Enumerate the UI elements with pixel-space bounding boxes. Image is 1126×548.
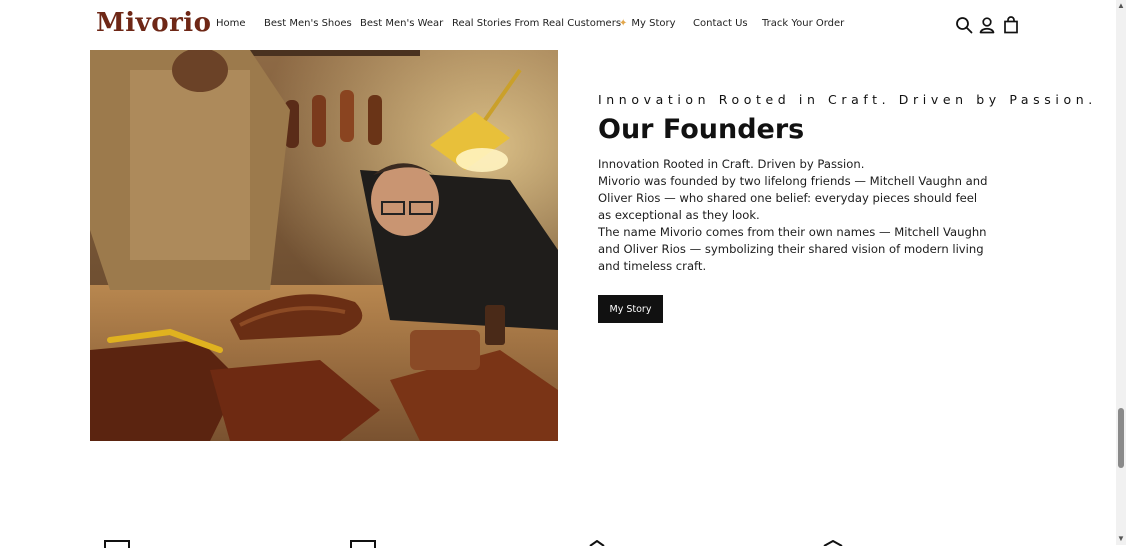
founders-paragraph: Innovation Rooted in Craft. Driven by Pa… xyxy=(598,157,865,171)
founders-paragraph: The name Mivorio comes from their own na… xyxy=(598,225,987,273)
brand-logo[interactable]: Mivorio xyxy=(96,8,212,38)
nav-track-order[interactable]: Track Your Order xyxy=(762,18,844,29)
founders-photo xyxy=(90,50,558,441)
feature-icon xyxy=(350,540,376,548)
nav-home[interactable]: Home xyxy=(216,18,246,29)
founders-paragraph: Mivorio was founded by two lifelong frie… xyxy=(598,174,988,222)
founders-title: Our Founders xyxy=(598,114,805,145)
founders-description: Innovation Rooted in Craft. Driven by Pa… xyxy=(598,156,993,275)
account-icon[interactable] xyxy=(978,16,996,34)
feature-icon xyxy=(589,540,605,546)
nav-my-story[interactable]: ✦ My Story xyxy=(619,18,676,29)
nav-best-mens-shoes[interactable]: Best Men's Shoes xyxy=(264,18,352,29)
nav-real-stories[interactable]: Real Stories From Real Customers xyxy=(452,18,621,29)
scroll-down-arrow-icon[interactable]: ▼ xyxy=(1117,535,1125,543)
site-header: Mivorio Home Best Men's Shoes Best Men's… xyxy=(0,0,1116,50)
search-icon[interactable] xyxy=(955,16,973,34)
nav-best-mens-wear[interactable]: Best Men's Wear xyxy=(360,18,443,29)
founders-kicker: Innovation Rooted in Craft. Driven by Pa… xyxy=(598,92,1097,107)
feature-icon xyxy=(823,540,843,546)
feature-icon xyxy=(104,540,130,548)
page-scrollbar[interactable]: ▲ ▼ xyxy=(1116,0,1126,545)
scroll-up-arrow-icon[interactable]: ▲ xyxy=(1117,2,1125,10)
nav-my-story-label: My Story xyxy=(631,18,676,29)
nav-contact-us[interactable]: Contact Us xyxy=(693,18,748,29)
sparkle-icon: ✦ xyxy=(619,18,628,29)
my-story-button[interactable]: My Story xyxy=(598,295,663,323)
cart-bag-icon[interactable] xyxy=(1002,16,1020,34)
scroll-thumb[interactable] xyxy=(1118,408,1124,468)
